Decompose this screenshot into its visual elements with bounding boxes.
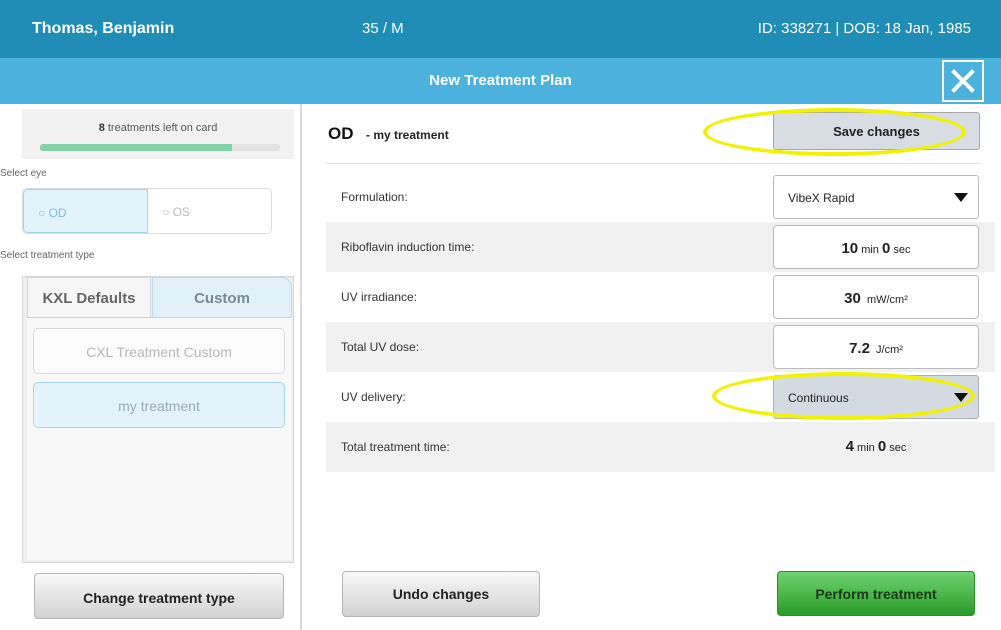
undo-changes-button[interactable]: Undo changes xyxy=(342,571,540,617)
treatment-name: - my treatment xyxy=(366,128,449,142)
card-status: 8 treatments left on card xyxy=(22,109,294,159)
patient-id-dob: ID: 338271 | DOB: 18 Jan, 1985 xyxy=(757,20,971,37)
select-eye-label: Select eye xyxy=(0,168,47,179)
title-bar: New Treatment Plan xyxy=(0,58,1001,104)
formulation-row: Formulation: VibeX Rapid xyxy=(326,172,995,222)
card-text: treatments left on card xyxy=(104,122,218,134)
list-item[interactable]: my treatment xyxy=(33,382,285,428)
change-treatment-type-button[interactable]: Change treatment type xyxy=(34,573,284,619)
irradiance-label: UV irradiance: xyxy=(341,290,418,304)
treatment-eye: OD xyxy=(328,124,354,143)
chevron-down-icon xyxy=(954,393,968,402)
delivery-label: UV delivery: xyxy=(341,390,406,404)
treatment-list: CXL Treatment Custom my treatment xyxy=(27,317,291,560)
eye-toggle: ○ OD ○ OS xyxy=(22,188,272,234)
treatment-item-label: my treatment xyxy=(118,398,200,414)
save-changes-button[interactable]: Save changes xyxy=(773,112,980,150)
perform-treatment-button[interactable]: Perform treatment xyxy=(777,571,975,616)
tab-custom[interactable]: Custom xyxy=(152,277,292,317)
induction-row: Riboflavin induction time: 10 min 0 sec xyxy=(326,222,995,272)
card-progress-bar xyxy=(40,144,280,151)
treatment-type-panel: KXL Defaults Custom CXL Treatment Custom… xyxy=(22,276,294,563)
delivery-value: Continuous xyxy=(788,391,849,405)
induction-label: Riboflavin induction time: xyxy=(341,240,475,254)
tab-custom-label: Custom xyxy=(194,290,250,307)
patient-name: Thomas, Benjamin xyxy=(32,20,175,37)
formulation-select[interactable]: VibeX Rapid xyxy=(773,175,979,219)
formulation-label: Formulation: xyxy=(341,190,408,204)
irradiance-row: UV irradiance: 30 mW/cm² xyxy=(326,272,995,322)
chevron-down-icon xyxy=(954,193,968,202)
eye-option-os[interactable]: ○ OS xyxy=(148,189,273,233)
select-type-label: Select treatment type xyxy=(0,250,95,261)
dose-row: Total UV dose: 7.2 J/cm² xyxy=(326,322,995,372)
tab-kxl-defaults[interactable]: KXL Defaults xyxy=(27,277,151,317)
panel-divider xyxy=(300,104,302,630)
total-time-value: 4 min 0 sec xyxy=(845,438,907,455)
tab-kxl-label: KXL Defaults xyxy=(42,290,136,307)
uv-delivery-select[interactable]: Continuous xyxy=(773,375,979,419)
left-panel: 8 treatments left on card Select eye ○ O… xyxy=(0,104,300,630)
eye-option-od[interactable]: ○ OD xyxy=(23,189,148,233)
formulation-value: VibeX Rapid xyxy=(788,191,855,205)
total-time-label: Total treatment time: xyxy=(341,440,450,454)
treatment-item-label: CXL Treatment Custom xyxy=(86,344,232,360)
patient-age-sex: 35 / M xyxy=(362,20,404,37)
card-progress-fill xyxy=(40,144,232,151)
delivery-row: UV delivery: Continuous xyxy=(326,372,995,422)
uv-irradiance-field[interactable]: 30 mW/cm² xyxy=(773,275,979,319)
eye-os-label: OS xyxy=(172,205,190,219)
list-item[interactable]: CXL Treatment Custom xyxy=(33,328,285,374)
patient-bar: Thomas, Benjamin 35 / M ID: 338271 | DOB… xyxy=(0,0,1001,58)
dose-label: Total UV dose: xyxy=(341,340,420,354)
uv-dose-field[interactable]: 7.2 J/cm² xyxy=(773,325,979,369)
close-icon xyxy=(951,69,975,93)
close-button[interactable] xyxy=(942,60,984,102)
page-title: New Treatment Plan xyxy=(429,72,572,89)
eye-od-label: OD xyxy=(48,206,67,220)
induction-time-field[interactable]: 10 min 0 sec xyxy=(773,225,979,269)
total-time-row: Total treatment time: 4 min 0 sec xyxy=(326,422,995,472)
